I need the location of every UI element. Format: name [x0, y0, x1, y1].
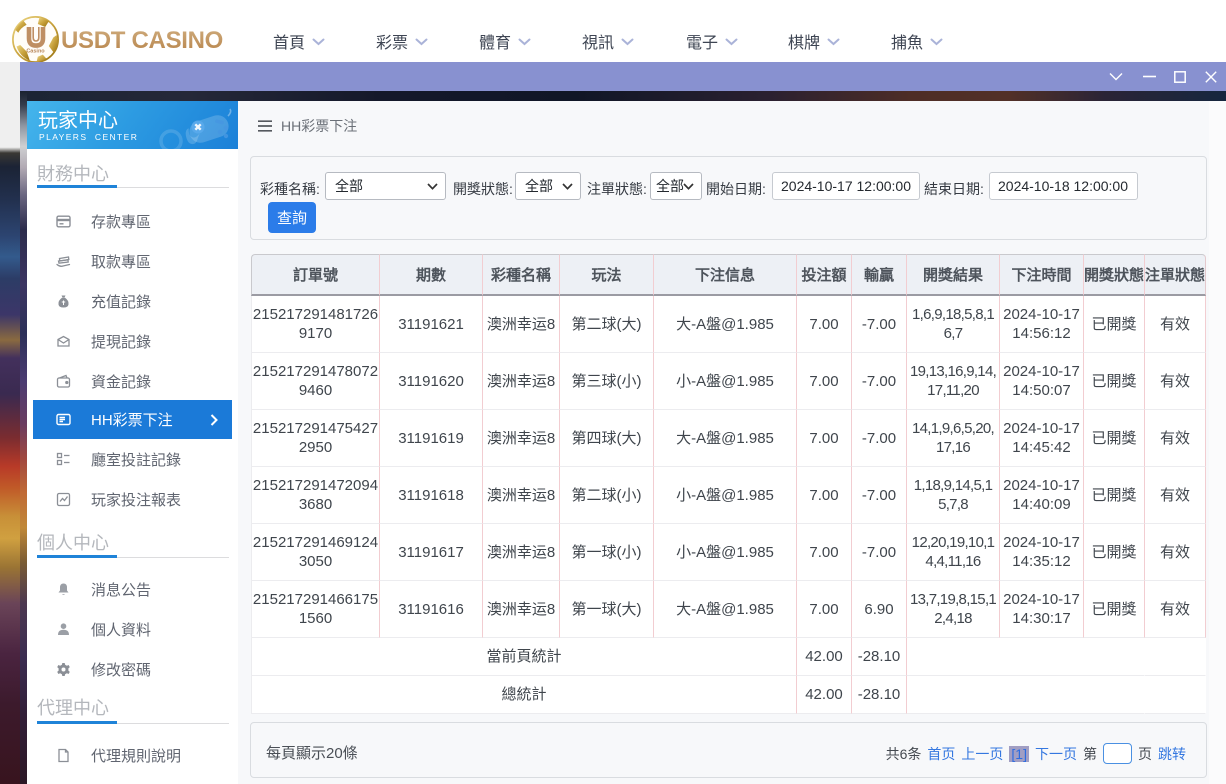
svg-text:Casino: Casino — [26, 49, 45, 55]
